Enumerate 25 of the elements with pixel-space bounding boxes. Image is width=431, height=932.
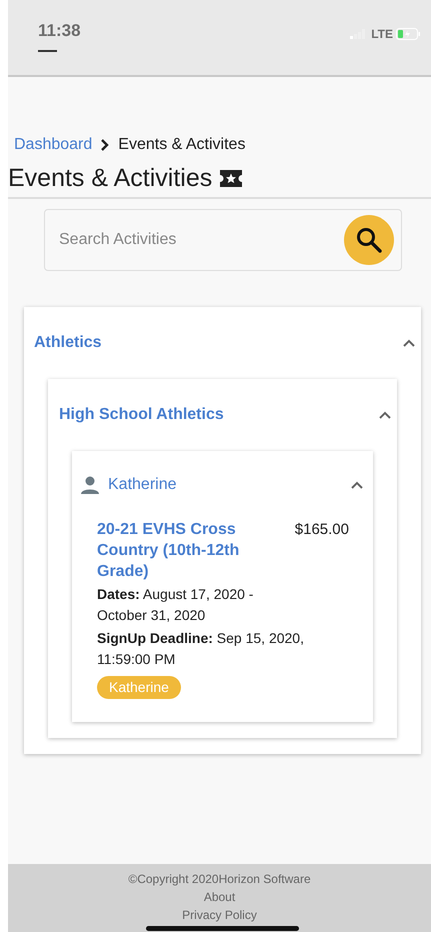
- menu-handle[interactable]: [38, 50, 57, 52]
- status-time: 11:38: [38, 20, 81, 42]
- search-field[interactable]: Search Activities: [44, 209, 402, 271]
- search-icon: [355, 226, 383, 254]
- footer-link[interactable]: Privacy Policy: [182, 906, 257, 924]
- chevron-right-icon: [100, 139, 110, 151]
- person-tag: Katherine: [97, 676, 181, 699]
- activity-price: $165.00: [294, 520, 349, 540]
- breadcrumb-link[interactable]: Dashboard: [14, 133, 92, 157]
- subcategory-title[interactable]: High School Athletics: [59, 403, 224, 427]
- page-title: Events & Activities: [8, 163, 212, 193]
- ticket-star-icon: [220, 170, 242, 186]
- person-icon: [80, 476, 100, 494]
- search-input[interactable]: Search Activities: [57, 227, 344, 253]
- battery-icon: [396, 28, 421, 40]
- activity-title[interactable]: 20-21 EVHS Cross Country (10th-12th Grade): [97, 519, 262, 582]
- category-title[interactable]: Athletics: [34, 331, 102, 355]
- activity-dates: Dates: August 17, 2020 - October 31, 2020: [97, 585, 254, 625]
- breadcrumb-current: Events & Activites: [118, 135, 246, 155]
- person-name[interactable]: Katherine: [108, 473, 176, 497]
- search-button[interactable]: [344, 215, 394, 265]
- copyright-text: ©Copyright 2020Horizon Software: [128, 871, 311, 888]
- signup-deadline: SignUp Deadline: Sep 15, 2020, 11:59:00 PM: [97, 629, 305, 669]
- network-label: LTE: [371, 26, 393, 43]
- footer-link[interactable]: About: [204, 888, 236, 906]
